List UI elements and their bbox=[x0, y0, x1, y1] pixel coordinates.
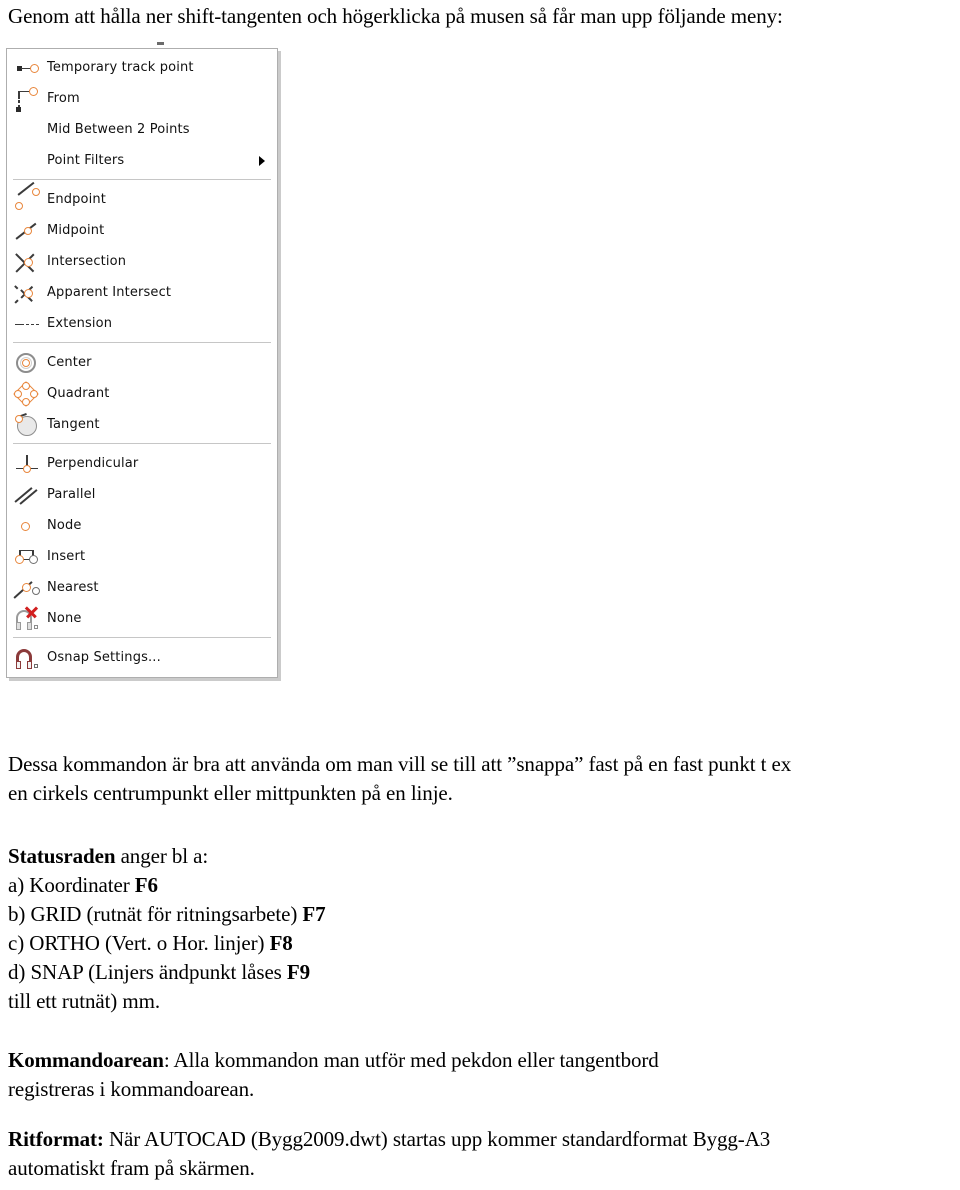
menu-item-point-filters[interactable]: Point Filters bbox=[7, 145, 277, 176]
menu-item-insert[interactable]: Insert bbox=[7, 541, 277, 572]
menu-item-node[interactable]: Node bbox=[7, 510, 277, 541]
intersection-icon bbox=[13, 249, 47, 275]
menu-item-extension[interactable]: Extension bbox=[7, 308, 277, 339]
menu-item-perpendicular[interactable]: Perpendicular bbox=[7, 448, 277, 479]
menu-item-label: Intersection bbox=[47, 253, 127, 269]
menu-item-label: Point Filters bbox=[47, 152, 125, 168]
menu-item-label: Node bbox=[47, 517, 82, 533]
menu-item-label: Extension bbox=[47, 315, 113, 331]
perpendicular-icon bbox=[13, 451, 47, 477]
paragraph-osnap-line2: en cirkels centrumpunkt eller mittpunkte… bbox=[8, 781, 453, 805]
statusbar-list-tail: till ett rutnät) mm. bbox=[8, 989, 160, 1013]
temporary-track-point-icon bbox=[13, 55, 47, 81]
menu-item-osnap-settings[interactable]: Osnap Settings... bbox=[7, 642, 277, 673]
menu-item-endpoint[interactable]: Endpoint bbox=[7, 181, 277, 215]
object-snap-context-menu[interactable]: Temporary track point From Mid Between 2… bbox=[6, 48, 278, 678]
statusbar-item-a-text: a) Koordinater bbox=[8, 873, 135, 897]
ritformat-term: Ritformat: bbox=[8, 1127, 104, 1151]
paragraph-ritformat-line1: Ritformat: När AUTOCAD (Bygg2009.dwt) st… bbox=[8, 1125, 770, 1154]
page-intro-text: Genom att hålla ner shift-tangenten och … bbox=[8, 4, 783, 28]
tangent-icon bbox=[13, 412, 47, 438]
paragraph-kommandoarean-line1: Kommandoarean: Alla kommandon man utför … bbox=[8, 1046, 659, 1075]
parallel-icon bbox=[13, 482, 47, 508]
menu-item-parallel[interactable]: Parallel bbox=[7, 479, 277, 510]
statusbar-item-d-text: d) SNAP (Linjers ändpunkt låses bbox=[8, 960, 287, 984]
osnap-settings-icon bbox=[13, 645, 47, 671]
statusbar-heading: Statusraden anger bl a: bbox=[8, 842, 208, 871]
menu-item-nearest[interactable]: Nearest bbox=[7, 572, 277, 603]
paragraph-kommandoarean-line2: registreras i kommandoarean. bbox=[8, 1077, 255, 1101]
extension-icon bbox=[13, 311, 47, 337]
statusbar-heading-bold: Statusraden bbox=[8, 844, 116, 868]
menu-item-mid-between-2-points[interactable]: Mid Between 2 Points bbox=[7, 114, 277, 145]
menu-item-from[interactable]: From bbox=[7, 83, 277, 114]
statusbar-item-c-key: F8 bbox=[269, 931, 293, 955]
menu-item-apparent-intersect[interactable]: Apparent Intersect bbox=[7, 277, 277, 308]
statusbar-item-b: b) GRID (rutnät för ritningsarbete) F7 bbox=[8, 900, 326, 929]
menu-item-label: Quadrant bbox=[47, 385, 110, 401]
menu-item-label: Perpendicular bbox=[47, 455, 139, 471]
statusbar-item-b-key: F7 bbox=[302, 902, 326, 926]
none-snap-icon bbox=[13, 605, 47, 632]
menu-item-label: Parallel bbox=[47, 486, 96, 502]
menu-item-label: Mid Between 2 Points bbox=[47, 121, 190, 137]
center-icon bbox=[13, 350, 47, 376]
from-icon bbox=[13, 86, 47, 112]
menu-item-intersection[interactable]: Intersection bbox=[7, 246, 277, 277]
kommandoarean-text: : Alla kommandon man utför med pekdon el… bbox=[163, 1048, 659, 1072]
statusbar-item-c: c) ORTHO (Vert. o Hor. linjer) F8 bbox=[8, 929, 293, 958]
menu-item-tangent[interactable]: Tangent bbox=[7, 409, 277, 440]
menu-item-label: From bbox=[47, 90, 80, 106]
menu-item-label: Midpoint bbox=[47, 222, 105, 238]
statusbar-item-d-key: F9 bbox=[286, 960, 311, 984]
menu-item-center[interactable]: Center bbox=[7, 347, 277, 378]
menu-item-temporary-track-point[interactable]: Temporary track point bbox=[7, 52, 277, 83]
menu-item-label: Insert bbox=[47, 548, 86, 564]
menu-item-label: Nearest bbox=[47, 579, 99, 595]
menu-separator bbox=[13, 443, 271, 444]
midpoint-icon bbox=[13, 218, 47, 244]
menu-item-label: Tangent bbox=[47, 416, 100, 432]
menu-separator bbox=[13, 637, 271, 638]
chevron-right-icon bbox=[259, 155, 265, 166]
statusbar-heading-rest: anger bl a: bbox=[115, 844, 209, 868]
statusbar-item-d: d) SNAP (Linjers ändpunkt låses F9 bbox=[8, 958, 310, 987]
menu-anchor-tick bbox=[157, 42, 164, 45]
ritformat-text: När AUTOCAD (Bygg2009.dwt) startas upp k… bbox=[103, 1127, 771, 1151]
node-icon bbox=[13, 513, 47, 539]
menu-item-midpoint[interactable]: Midpoint bbox=[7, 215, 277, 246]
menu-separator bbox=[13, 179, 271, 180]
kommandoarean-term: Kommandoarean bbox=[8, 1048, 164, 1072]
statusbar-item-a: a) Koordinater F6 bbox=[8, 871, 158, 900]
insert-icon bbox=[13, 544, 47, 570]
no-icon-placeholder bbox=[13, 117, 47, 143]
paragraph-osnap-line1: Dessa kommandon är bra att använda om ma… bbox=[8, 752, 792, 776]
statusbar-item-a-key: F6 bbox=[134, 873, 158, 897]
statusbar-item-b-text: b) GRID (rutnät för ritningsarbete) bbox=[8, 902, 303, 926]
menu-item-label: Endpoint bbox=[47, 191, 107, 207]
no-icon-placeholder bbox=[13, 148, 47, 174]
quadrant-icon bbox=[13, 380, 47, 407]
menu-separator bbox=[13, 342, 271, 343]
menu-item-none[interactable]: None bbox=[7, 603, 277, 634]
paragraph-ritformat-line2: automatiskt fram på skärmen. bbox=[8, 1156, 255, 1180]
statusbar-item-c-text: c) ORTHO (Vert. o Hor. linjer) bbox=[8, 931, 270, 955]
menu-item-label: None bbox=[47, 610, 82, 626]
menu-item-quadrant[interactable]: Quadrant bbox=[7, 378, 277, 409]
menu-item-label: Osnap Settings... bbox=[47, 649, 161, 665]
menu-item-label: Center bbox=[47, 354, 92, 370]
apparent-intersect-icon bbox=[13, 280, 47, 306]
nearest-icon bbox=[13, 575, 47, 601]
menu-item-label: Temporary track point bbox=[47, 59, 194, 75]
endpoint-icon bbox=[13, 181, 47, 213]
menu-item-label: Apparent Intersect bbox=[47, 284, 172, 300]
